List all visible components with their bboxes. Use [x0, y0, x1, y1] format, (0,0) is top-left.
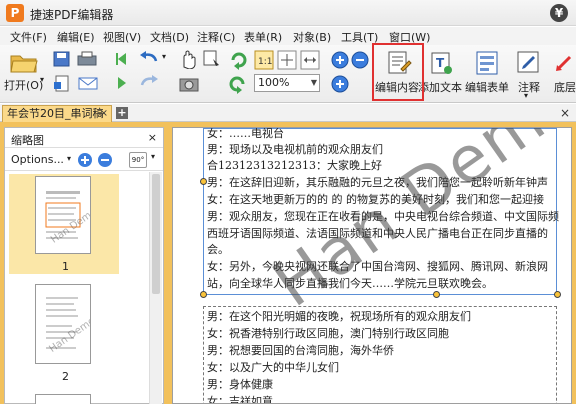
thumbnail-more-icon[interactable]: ▾ [151, 152, 155, 161]
document-tab-title: 年会节20目_串词稿 [7, 107, 104, 120]
select-text-icon[interactable] [201, 49, 221, 69]
thumbnail-rotate-label: 90° [131, 156, 145, 164]
app-title: 捷速PDF编辑器 [30, 8, 114, 22]
zoom-in-icon[interactable] [330, 50, 350, 70]
annotation-icon[interactable] [515, 50, 541, 76]
first-page-icon[interactable] [113, 50, 131, 68]
zoom-out-icon[interactable] [350, 50, 370, 70]
page-number-2: 2 [62, 370, 69, 383]
thumbnail-scrollbar[interactable] [149, 172, 162, 404]
edit-form-label[interactable]: 编辑表单 [465, 79, 509, 95]
add-text-icon[interactable]: T [429, 50, 453, 76]
page-thumbnail-1[interactable]: Han Demo [35, 176, 99, 254]
menu-file[interactable]: 文件(F) [10, 29, 47, 45]
document-icon[interactable] [52, 74, 72, 92]
thumbnail-zoom-in-icon[interactable] [77, 152, 93, 168]
snapshot-camera-icon[interactable] [178, 74, 200, 92]
svg-text:T: T [436, 56, 445, 70]
thumbnail-options-bar: Options... ▾ 90° ▾ [5, 149, 163, 171]
rotate-counterclockwise-icon[interactable] [228, 74, 248, 94]
close-document-icon[interactable]: × [560, 106, 570, 120]
print-icon[interactable] [76, 50, 100, 68]
edit-content-highlight [372, 43, 424, 101]
zoom-value: 100% [258, 76, 290, 89]
toolbar: 打开(O) ▾ ▾ 1:1 100% ▼ 编辑内容 T 添加文本 编辑表单 注释… [0, 45, 576, 103]
options-dropdown-icon[interactable]: ▾ [67, 154, 71, 163]
text-line: 会。 [207, 243, 229, 256]
document-page[interactable]: 女：……电视台 男：现场以及电视机前的观众朋友们 合12312313212313… [172, 127, 572, 404]
annotate-label[interactable]: 注释 [518, 79, 540, 95]
text-line: 女：……电视台 [207, 127, 284, 140]
bottom-layer-label[interactable]: 底层 [554, 79, 576, 95]
text-line: 女：以及广大的中华儿女们 [207, 361, 339, 374]
close-tab-icon[interactable]: × [100, 106, 108, 121]
thumbnail-options-menu[interactable]: Options... [11, 153, 64, 166]
svg-text:1:1: 1:1 [258, 57, 272, 67]
thumbnail-close-icon[interactable]: × [148, 131, 157, 144]
fit-width-icon[interactable] [300, 50, 320, 70]
thumbnail-zoom-out-icon[interactable] [97, 152, 113, 168]
text-line: 合12312313212313：大家晚上好 [207, 159, 382, 172]
menu-bar: 文件(F) 编辑(E) 视图(V) 文档(D) 注释(C) 表单(R) 对象(B… [0, 27, 576, 45]
undo-dropdown-icon[interactable]: ▾ [162, 52, 166, 61]
resize-handle-left[interactable] [200, 178, 207, 185]
text-line: 男：身体健康 [207, 378, 273, 391]
thumbnail-panel: 缩略图 × Options... ▾ 90° ▾ Han Demo 1 Han … [4, 127, 164, 404]
folder-open-icon[interactable] [10, 51, 38, 73]
resize-handle-bottom[interactable] [433, 291, 440, 298]
page-thumbnail-1-preview: Han Demo [45, 191, 99, 246]
resize-handle-bottom-left[interactable] [200, 291, 207, 298]
menu-document[interactable]: 文档(D) [150, 29, 189, 45]
text-line: 男：祝想要回国的台湾同胞，海外华侨 [207, 344, 394, 357]
resize-handle-bottom-right[interactable] [554, 291, 561, 298]
page-thumbnail-2-preview: Han Demo [46, 297, 97, 355]
thumbnail-list: Han Demo 1 Han Demo 2 [7, 172, 148, 404]
document-tab[interactable]: 年会节20目_串词稿 × [2, 105, 112, 122]
rotate-clockwise-icon[interactable] [228, 50, 248, 70]
text-line: 男：现场以及电视机前的观众朋友们 [207, 143, 383, 156]
save-icon[interactable] [52, 50, 72, 68]
text-line: 男：在这个阳光明媚的夜晚，祝现场所有的观众朋友们 [207, 310, 471, 323]
page-number-1: 1 [62, 260, 69, 273]
menu-object[interactable]: 对象(B) [293, 29, 331, 45]
zoom-dropdown-icon[interactable]: ▼ [311, 75, 317, 91]
fit-page-icon[interactable] [277, 50, 297, 70]
open-dropdown-icon[interactable]: ▾ [40, 75, 44, 84]
thumbnail-scrollbar-thumb[interactable] [152, 174, 160, 294]
app-logo-icon: P [6, 4, 24, 22]
zoom-select[interactable]: 100% ▼ [254, 74, 320, 92]
menu-view[interactable]: 视图(V) [103, 29, 141, 45]
email-icon[interactable] [76, 74, 100, 92]
page-thumbnail-2[interactable]: Han Demo [35, 284, 97, 364]
open-button-label[interactable]: 打开(O) [4, 77, 43, 93]
redo-icon[interactable] [138, 74, 160, 92]
next-page-icon[interactable] [113, 74, 131, 92]
thumbnail-rotate-button[interactable]: 90° [129, 152, 147, 168]
actual-size-icon[interactable]: 1:1 [254, 50, 274, 70]
svg-text:Han Demo: Han Demo [49, 206, 90, 245]
undo-icon[interactable] [138, 50, 160, 68]
menu-form[interactable]: 表单(R) [244, 29, 282, 45]
annotate-dropdown-icon[interactable]: ▾ [524, 91, 528, 100]
hand-tool-icon[interactable] [178, 49, 198, 69]
thumbnail-title: 缩略图 [11, 134, 44, 147]
thumbnail-header: 缩略图 × [5, 128, 163, 148]
send-to-bottom-icon[interactable] [554, 53, 576, 75]
svg-text:Han Demo: Han Demo [47, 316, 90, 355]
zoom-tool-icon[interactable] [330, 74, 350, 94]
text-line: 女：祝香港特别行政区同胞，澳门特别行政区同胞 [207, 327, 449, 340]
edit-form-icon[interactable] [474, 50, 500, 76]
window-control-button[interactable]: ¥ [550, 4, 568, 22]
text-line: 女：吉祥如意 [207, 395, 273, 404]
add-text-label[interactable]: 添加文本 [418, 79, 462, 95]
menu-edit[interactable]: 编辑(E) [57, 29, 95, 45]
page-thumbnail-3[interactable] [35, 394, 91, 404]
document-tab-bar: 年会节20目_串词稿 × + × [0, 104, 576, 122]
new-tab-icon[interactable]: + [116, 107, 128, 119]
title-bar: P 捷速PDF编辑器 ¥ [0, 0, 576, 26]
menu-comment[interactable]: 注释(C) [197, 29, 235, 45]
